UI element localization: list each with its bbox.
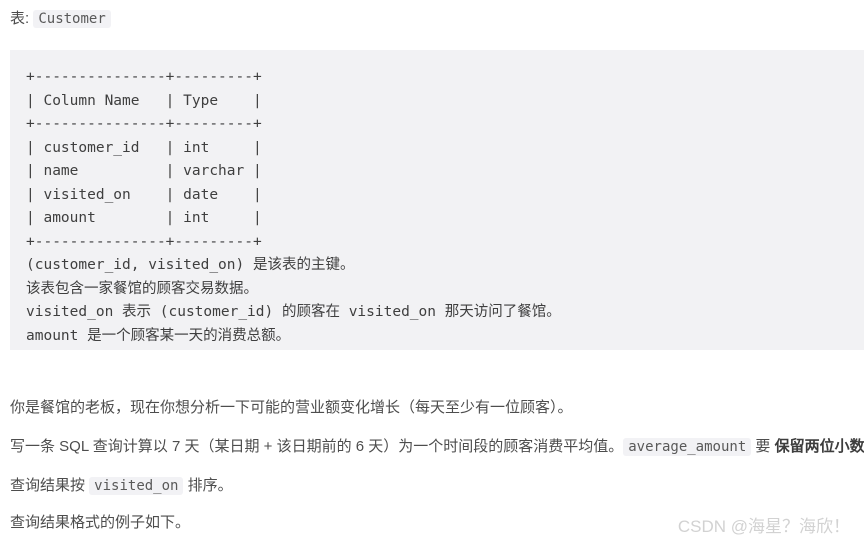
table-intro-line: 表: Customer	[10, 8, 111, 30]
task-description-text: 写一条 SQL 查询计算以 7 天（某日期 + 该日期前的 6 天）为一个时间段…	[10, 438, 624, 455]
visited-on-code: visited_on	[89, 477, 184, 495]
schema-code-text: +---------------+---------+ | Column Nam…	[26, 69, 561, 344]
paragraph-problem-intro-text: 你是餐馆的老板，现在你想分析一下可能的营业额变化增长（每天至少有一位顾客）。	[10, 399, 573, 416]
table-name-code: Customer	[33, 10, 111, 28]
average-amount-code: average_amount	[623, 438, 752, 456]
paragraph-order-by: 查询结果按 visited_on 排序。	[10, 474, 233, 498]
csdn-watermark: CSDN @海星？海欣！	[677, 517, 850, 536]
article-page: 表: Customer +---------------+---------+ …	[0, 0, 864, 547]
example-intro-text: 查询结果格式的例子如下。	[10, 514, 191, 531]
task-description-mid: 要	[751, 438, 775, 455]
paragraph-example-intro: 查询结果格式的例子如下。	[10, 511, 190, 535]
paragraph-task-description: 写一条 SQL 查询计算以 7 天（某日期 + 该日期前的 6 天）为一个时间段…	[10, 435, 864, 459]
decimal-precision-emphasis: 保留两位小数	[774, 438, 864, 455]
schema-code-block: +---------------+---------+ | Column Nam…	[10, 50, 864, 350]
order-by-suffix: 排序。	[183, 477, 233, 494]
paragraph-problem-intro: 你是餐馆的老板，现在你想分析一下可能的营业额变化增长（每天至少有一位顾客）。	[10, 396, 573, 420]
order-by-prefix: 查询结果按	[10, 477, 90, 494]
table-intro-label: 表:	[10, 10, 34, 27]
